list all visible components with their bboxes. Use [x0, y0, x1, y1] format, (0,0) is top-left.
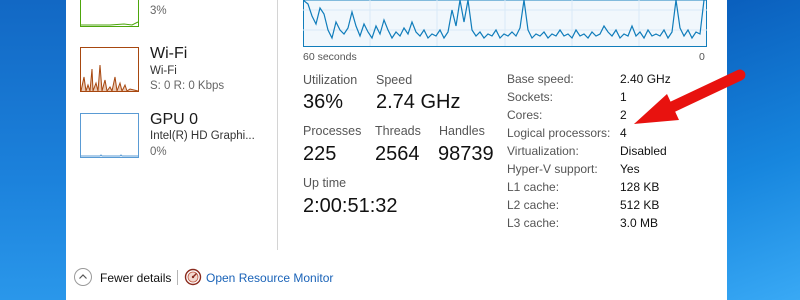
- handles-value: 98739: [438, 143, 494, 165]
- sidebar-divider: [277, 0, 278, 250]
- sidebar-item-wifi-adapter: Wi-Fi: [150, 65, 177, 77]
- speed-value: 2.74 GHz: [376, 91, 461, 113]
- uptime-value: 2:00:51:32: [303, 195, 398, 217]
- graph-time-label: 60 seconds: [303, 51, 357, 63]
- spec-label-sockets: Sockets:: [507, 90, 554, 104]
- sidebar-item-disk-usage: 3%: [150, 5, 167, 17]
- task-manager-window: 3% Wi-Fi Wi-Fi S: 0 R: 0 Kbps GPU 0 Inte…: [66, 0, 727, 300]
- spec-value-sockets: 1: [620, 90, 627, 104]
- spec-value-l2-cache: 512 KB: [620, 198, 660, 212]
- spec-label-l3-cache: L3 cache:: [507, 216, 560, 230]
- uptime-label: Up time: [303, 176, 347, 190]
- cpu-utilization-graph: [302, 0, 707, 47]
- spec-value-l1-cache: 128 KB: [620, 180, 660, 194]
- spec-label-virtualization: Virtualization:: [507, 144, 579, 158]
- open-resource-monitor-link[interactable]: Open Resource Monitor: [206, 271, 333, 285]
- spec-label-logical-processors: Logical processors:: [507, 126, 611, 140]
- resource-monitor-icon[interactable]: [184, 268, 202, 286]
- utilization-value: 36%: [303, 91, 344, 113]
- spec-label-l2-cache: L2 cache:: [507, 198, 560, 212]
- sidebar-item-gpu-usage: 0%: [150, 146, 167, 158]
- spec-label-base-speed: Base speed:: [507, 72, 574, 86]
- footer-bar: Fewer details Open Resource Monitor: [66, 258, 727, 300]
- handles-label: Handles: [439, 124, 485, 138]
- gpu-thumbnail-graph: [80, 113, 139, 158]
- threads-label: Threads: [375, 124, 421, 138]
- graph-min-label: 0: [699, 51, 705, 63]
- sidebar-item-wifi[interactable]: [80, 47, 139, 92]
- disk-thumbnail-graph: [80, 0, 139, 27]
- spec-value-cores: 2: [620, 108, 627, 122]
- desktop-background-left: [0, 0, 66, 300]
- spec-value-logical-processors: 4: [620, 126, 627, 140]
- speed-label: Speed: [376, 73, 413, 87]
- spec-value-l3-cache: 3.0 MB: [620, 216, 659, 230]
- utilization-label: Utilization: [303, 73, 358, 87]
- sidebar-item-gpu-name: Intel(R) HD Graphi...: [150, 130, 255, 142]
- footer-separator: [177, 270, 178, 285]
- spec-value-base-speed: 2.40 GHz: [620, 72, 671, 86]
- performance-sidebar: 3% Wi-Fi Wi-Fi S: 0 R: 0 Kbps GPU 0 Inte…: [66, 0, 277, 250]
- desktop-background-right: [727, 0, 800, 300]
- spec-value-hyper-v: Yes: [620, 162, 640, 176]
- sidebar-item-gpu-title: GPU 0: [150, 111, 199, 128]
- processes-label: Processes: [303, 124, 362, 138]
- fewer-details-button[interactable]: Fewer details: [100, 271, 171, 285]
- sidebar-item-wifi-throughput: S: 0 R: 0 Kbps: [150, 80, 225, 92]
- wifi-thumbnail-graph: [80, 47, 139, 92]
- processes-value: 225: [303, 143, 337, 165]
- spec-label-l1-cache: L1 cache:: [507, 180, 560, 194]
- chevron-up-circle-icon[interactable]: [74, 268, 92, 286]
- spec-label-cores: Cores:: [507, 108, 543, 122]
- sidebar-item-gpu[interactable]: [80, 113, 139, 158]
- spec-value-virtualization: Disabled: [620, 144, 667, 158]
- sidebar-item-wifi-title: Wi-Fi: [150, 45, 188, 62]
- spec-label-hyper-v: Hyper-V support:: [507, 162, 598, 176]
- threads-value: 2564: [375, 143, 420, 165]
- sidebar-item-disk[interactable]: [80, 0, 139, 27]
